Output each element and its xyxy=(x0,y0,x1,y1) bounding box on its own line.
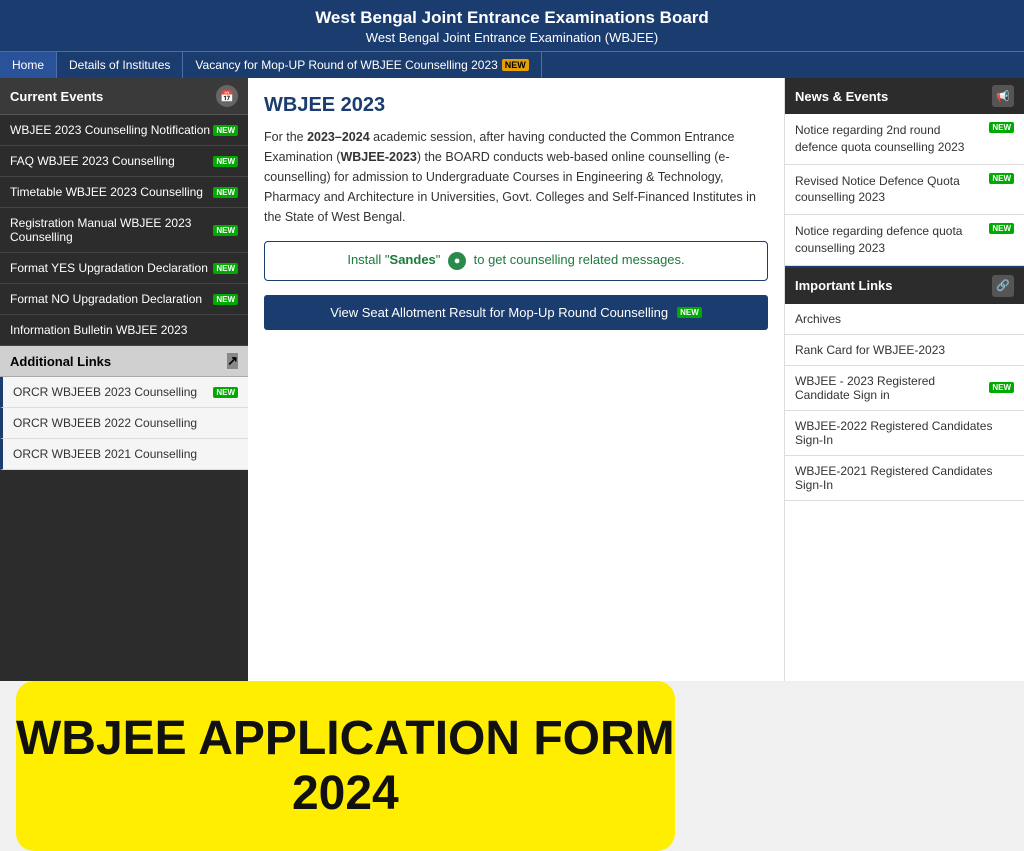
add-link-0[interactable]: ORCR WBJEEB 2023 Counselling NEW xyxy=(0,377,248,408)
sidebar-item-1[interactable]: FAQ WBJEE 2023 Counselling NEW xyxy=(0,146,248,177)
new-badge-5: NEW xyxy=(213,294,238,305)
current-events-title: Current Events 📅 xyxy=(0,78,248,115)
content-paragraph: For the 2023–2024 academic session, afte… xyxy=(264,127,768,227)
banner-text: WBJEE APPLICATION FORM 2024 xyxy=(16,711,675,821)
main-layout: Current Events 📅 WBJEE 2023 Counselling … xyxy=(0,78,1024,681)
add-link-1[interactable]: ORCR WBJEEB 2022 Counselling xyxy=(0,408,248,439)
sidebar-item-5[interactable]: Format NO Upgradation Declaration NEW xyxy=(0,284,248,315)
bottom-banner: WBJEE APPLICATION FORM 2024 xyxy=(16,681,675,851)
new-badge-3: NEW xyxy=(213,225,238,236)
content-title: WBJEE 2023 xyxy=(264,94,768,117)
sidebar-item-4[interactable]: Format YES Upgradation Declaration NEW xyxy=(0,253,248,284)
imp-link-2023-signin[interactable]: WBJEE - 2023 Registered Candidate Sign i… xyxy=(785,366,1024,411)
sidebar-item-6[interactable]: Information Bulletin WBJEE 2023 xyxy=(0,315,248,346)
new-badge-btn: NEW xyxy=(677,307,702,318)
right-sidebar: News & Events 📢 Notice regarding 2nd rou… xyxy=(784,78,1024,681)
additional-links-section: Additional Links ↗ ORCR WBJEEB 2023 Coun… xyxy=(0,346,248,470)
important-links-title: Important Links 🔗 xyxy=(785,268,1024,304)
site-header: West Bengal Joint Entrance Examinations … xyxy=(0,0,1024,51)
news-icon: 📢 xyxy=(992,85,1014,107)
new-badge-4: NEW xyxy=(213,263,238,274)
add-link-2[interactable]: ORCR WBJEEB 2021 Counselling xyxy=(0,439,248,470)
calendar-icon: 📅 xyxy=(216,85,238,107)
sidebar-item-2[interactable]: Timetable WBJEE 2023 Counselling NEW xyxy=(0,177,248,208)
imp-link-2022-signin[interactable]: WBJEE-2022 Registered Candidates Sign-In xyxy=(785,411,1024,456)
news-item-2[interactable]: Notice regarding defence quota counselli… xyxy=(785,215,1024,266)
new-badge-1: NEW xyxy=(213,156,238,167)
nav-vacancy[interactable]: Vacancy for Mop-UP Round of WBJEE Counse… xyxy=(183,52,541,78)
sub-title: West Bengal Joint Entrance Examination (… xyxy=(4,30,1020,45)
seat-allotment-button[interactable]: View Seat Allotment Result for Mop-Up Ro… xyxy=(264,295,768,330)
bottom-area: WBJEE APPLICATION FORM 2024 xyxy=(0,681,1024,851)
nav-home[interactable]: Home xyxy=(0,52,57,78)
link-icon: 🔗 xyxy=(992,275,1014,297)
news-events-section: News & Events 📢 Notice regarding 2nd rou… xyxy=(785,78,1024,266)
imp-link-archives[interactable]: Archives xyxy=(785,304,1024,335)
imp-link-2021-signin[interactable]: WBJEE-2021 Registered Candidates Sign-In xyxy=(785,456,1024,501)
imp-link-rank-card[interactable]: Rank Card for WBJEE-2023 xyxy=(785,335,1024,366)
news-item-1[interactable]: Revised Notice Defence Quota counselling… xyxy=(785,165,1024,216)
nav-bar: Home Details of Institutes Vacancy for M… xyxy=(0,51,1024,78)
main-title: West Bengal Joint Entrance Examinations … xyxy=(4,8,1020,28)
install-sandes-box[interactable]: Install "Sandes" ● to get counselling re… xyxy=(264,241,768,281)
sandes-icon: ● xyxy=(448,252,466,270)
sidebar-item-3[interactable]: Registration Manual WBJEE 2023 Counselli… xyxy=(0,208,248,253)
additional-icon: ↗ xyxy=(227,353,238,369)
nav-institutes[interactable]: Details of Institutes xyxy=(57,52,183,78)
new-badge-0: NEW xyxy=(213,125,238,136)
additional-links-title: Additional Links ↗ xyxy=(0,346,248,377)
news-item-0[interactable]: Notice regarding 2nd round defence quota… xyxy=(785,114,1024,165)
new-badge-nav: NEW xyxy=(502,59,529,71)
new-badge-2: NEW xyxy=(213,187,238,198)
news-events-title: News & Events 📢 xyxy=(785,78,1024,114)
important-links-section: Important Links 🔗 Archives Rank Card for… xyxy=(785,266,1024,501)
left-sidebar: Current Events 📅 WBJEE 2023 Counselling … xyxy=(0,78,248,681)
center-content: WBJEE 2023 For the 2023–2024 academic se… xyxy=(248,78,784,681)
sidebar-item-0[interactable]: WBJEE 2023 Counselling Notification NEW xyxy=(0,115,248,146)
